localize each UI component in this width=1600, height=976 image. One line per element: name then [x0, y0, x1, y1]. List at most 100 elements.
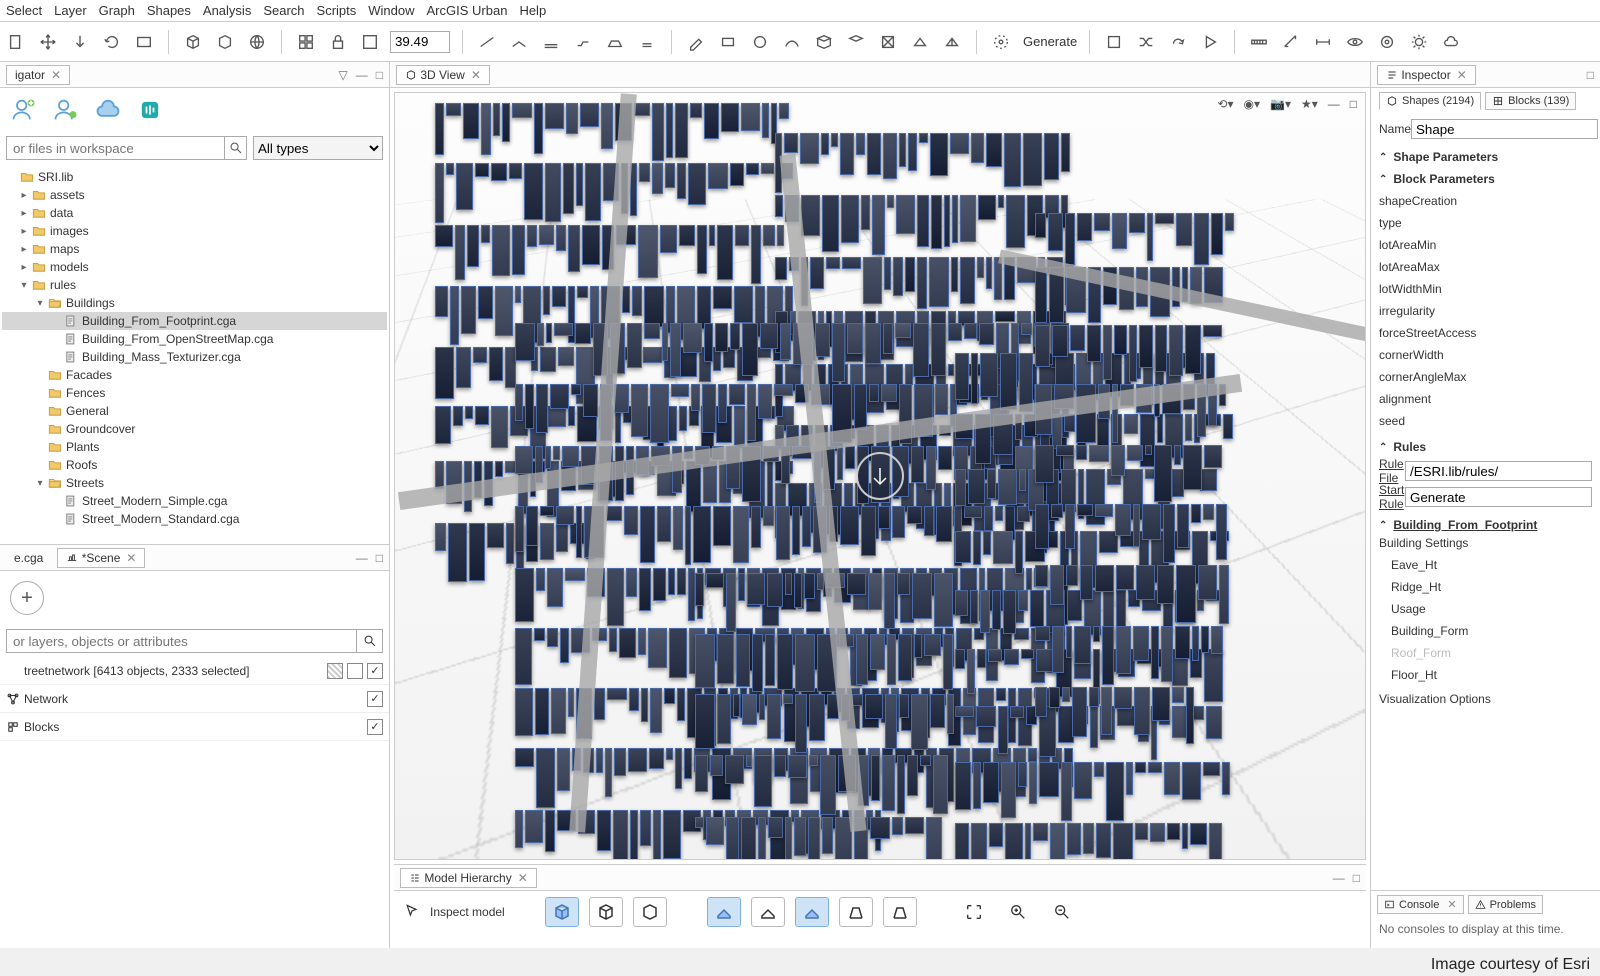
move-icon[interactable] [36, 30, 60, 54]
maximize-icon[interactable]: □ [1353, 871, 1360, 885]
building-setting[interactable]: Building_Form [1379, 620, 1592, 642]
menu-analysis[interactable]: Analysis [203, 3, 251, 18]
close-icon[interactable]: ✕ [51, 68, 61, 82]
mesh2-icon[interactable] [844, 30, 868, 54]
mh-shape-1[interactable] [707, 897, 741, 927]
tree-item[interactable]: ▸data [2, 204, 387, 222]
layer-checkbox[interactable]: ✓ [367, 719, 383, 735]
tree-item[interactable]: Building_From_Footprint.cga [2, 312, 387, 330]
building-setting[interactable]: Floor_Ht [1379, 664, 1592, 686]
mh-shape-5[interactable] [883, 897, 917, 927]
block-param[interactable]: type [1379, 212, 1592, 234]
close-icon[interactable]: ✕ [126, 551, 136, 565]
layer-checkbox[interactable]: ✓ [367, 663, 383, 679]
menu-window[interactable]: Window [368, 3, 414, 18]
add-button[interactable]: + [10, 581, 44, 615]
mesh1-icon[interactable] [812, 30, 836, 54]
block-param[interactable]: shapeCreation [1379, 190, 1592, 212]
mh-shape-3[interactable] [795, 897, 829, 927]
tree-item[interactable]: SRI.lib [2, 168, 387, 186]
rule-file-label[interactable]: Rule File [1379, 457, 1405, 485]
mesh5-icon[interactable] [940, 30, 964, 54]
block-param[interactable]: lotAreaMax [1379, 256, 1592, 278]
menu-shapes[interactable]: Shapes [147, 3, 191, 18]
tree-item[interactable]: Roofs [2, 456, 387, 474]
scene-search-input[interactable] [6, 629, 357, 653]
menu-select[interactable]: Select [6, 3, 42, 18]
zoom-out-icon[interactable] [1045, 897, 1079, 927]
lock-icon[interactable] [326, 30, 350, 54]
minimize-icon[interactable]: — [356, 68, 368, 82]
start-rule-label[interactable]: Start Rule [1379, 483, 1405, 511]
shape4-icon[interactable] [571, 30, 595, 54]
tree-item[interactable]: Building_Mass_Texturizer.cga [2, 348, 387, 366]
measure-icon[interactable] [1279, 30, 1303, 54]
rule-file-input[interactable] [1405, 461, 1592, 481]
export1-icon[interactable] [1102, 30, 1126, 54]
sun-icon[interactable] [1407, 30, 1431, 54]
eye-icon[interactable] [1343, 30, 1367, 54]
globe-icon[interactable] [245, 30, 269, 54]
layer-checkbox[interactable] [347, 663, 363, 679]
user-link-icon[interactable] [52, 96, 80, 124]
mh-shape-4[interactable] [839, 897, 873, 927]
mesh4-icon[interactable] [908, 30, 932, 54]
zoom-in-icon[interactable] [1001, 897, 1035, 927]
menu-arcgis-urban[interactable]: ArcGIS Urban [427, 3, 508, 18]
viewport-tab[interactable]: 3D View✕ [396, 65, 490, 85]
mh-mode-3[interactable] [633, 897, 667, 927]
block-param[interactable]: alignment [1379, 388, 1592, 410]
block-params-header[interactable]: ⌃Block Parameters [1379, 172, 1592, 186]
frame-icon[interactable] [132, 30, 156, 54]
model-hierarchy-tab[interactable]: Model Hierarchy✕ [400, 868, 537, 888]
tree-item[interactable]: ▾rules [2, 276, 387, 294]
search-icon[interactable] [225, 136, 247, 160]
tree-item[interactable]: General [2, 402, 387, 420]
close-icon[interactable]: ✕ [1457, 68, 1467, 82]
tree-item[interactable]: Plants [2, 438, 387, 456]
tree-item[interactable]: Fences [2, 384, 387, 402]
cloud-icon[interactable] [1439, 30, 1463, 54]
block-param[interactable]: lotWidthMin [1379, 278, 1592, 300]
block-param[interactable]: cornerWidth [1379, 344, 1592, 366]
ruler-icon[interactable] [1247, 30, 1271, 54]
tree-item[interactable]: ▸assets [2, 186, 387, 204]
building-setting[interactable]: Eave_Ht [1379, 554, 1592, 576]
block-param[interactable]: seed [1379, 410, 1592, 432]
console-tab[interactable]: Console✕ [1377, 895, 1464, 914]
down-icon[interactable] [68, 30, 92, 54]
layer-row[interactable]: Network✓ [0, 685, 389, 713]
minimize-icon[interactable]: — [1328, 97, 1340, 111]
shape2-icon[interactable] [507, 30, 531, 54]
snap-icon[interactable] [358, 30, 382, 54]
generate-label[interactable]: Generate [1023, 34, 1077, 49]
name-input[interactable] [1411, 119, 1598, 139]
path-icon[interactable] [780, 30, 804, 54]
layer-row[interactable]: Blocks✓ [0, 713, 389, 741]
rules-header[interactable]: ⌃Rules [1379, 440, 1592, 454]
tree-item[interactable]: ▸images [2, 222, 387, 240]
block-param[interactable]: irregularity [1379, 300, 1592, 322]
tree-item[interactable]: Building_From_OpenStreetMap.cga [2, 330, 387, 348]
shape1-icon[interactable] [475, 30, 499, 54]
minimize-icon[interactable]: — [1333, 871, 1345, 885]
type-filter-select[interactable]: All types [253, 136, 383, 160]
shape-params-header[interactable]: ⌃Shape Parameters [1379, 150, 1592, 164]
maximize-icon[interactable]: □ [376, 68, 383, 82]
bff-header[interactable]: ⌃Building_From_Footprint [1379, 518, 1592, 532]
menu-graph[interactable]: Graph [99, 3, 135, 18]
cube2-icon[interactable] [213, 30, 237, 54]
problems-tab[interactable]: Problems [1468, 895, 1543, 914]
new-icon[interactable] [4, 30, 28, 54]
layer-checkbox[interactable] [327, 663, 343, 679]
block-param[interactable]: lotAreaMin [1379, 234, 1592, 256]
dim-icon[interactable] [1311, 30, 1335, 54]
layer-checkbox[interactable]: ✓ [367, 691, 383, 707]
dropdown-icon[interactable]: ▽ [339, 68, 348, 82]
start-rule-input[interactable] [1405, 487, 1592, 507]
building-setting[interactable]: Roof_Form [1379, 642, 1592, 664]
shapes-tab[interactable]: Shapes (2194) [1379, 92, 1481, 110]
pointer-icon[interactable] [404, 903, 420, 922]
mh-mode-2[interactable] [589, 897, 623, 927]
shape6-icon[interactable] [635, 30, 659, 54]
